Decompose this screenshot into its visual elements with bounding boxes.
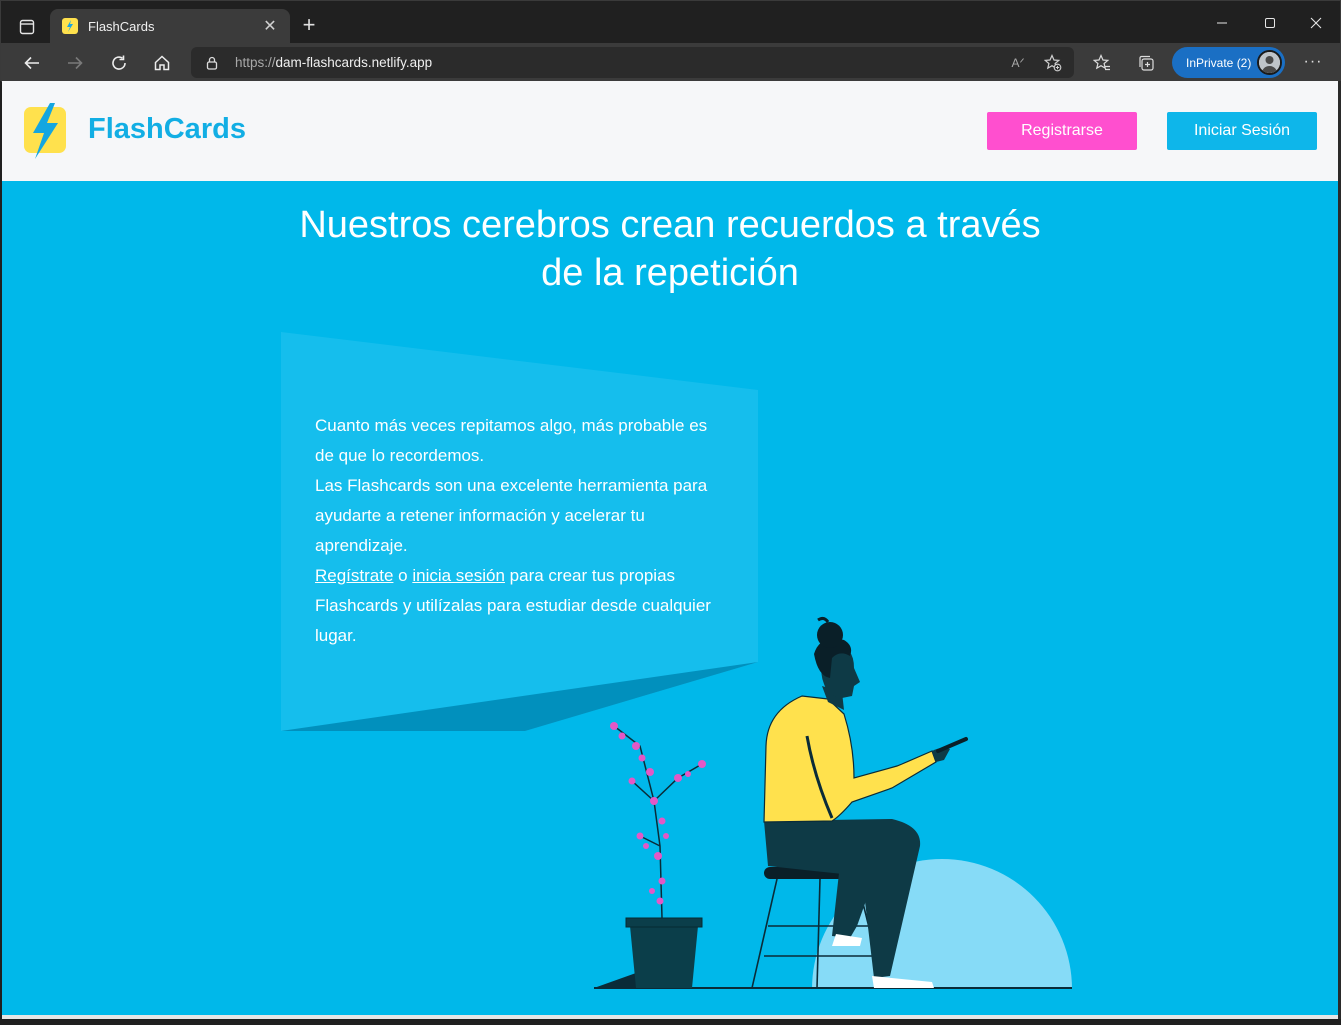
hero-title-line-2: de la repetición <box>541 252 799 294</box>
woman-with-phone-illustration <box>594 616 1072 989</box>
login-link[interactable]: inicia sesión <box>412 566 505 585</box>
hero-title: Nuestros cerebros crean recuerdos a trav… <box>270 201 1070 297</box>
new-tab-icon[interactable]: + <box>297 14 321 38</box>
favorites-icon[interactable] <box>1089 51 1115 75</box>
browser-chrome: FlashCards ✕ + https://dam-flashcards.ne… <box>0 0 1341 82</box>
refresh-icon[interactable] <box>104 49 134 77</box>
tab-actions-icon[interactable] <box>13 14 41 40</box>
info-paragraph-1: Cuanto más veces repitamos algo, más pro… <box>315 416 708 465</box>
forward-icon[interactable] <box>60 49 90 77</box>
maximize-icon[interactable] <box>1247 11 1293 35</box>
register-button[interactable]: Registrarse <box>987 112 1137 150</box>
hero-title-line-1: Nuestros cerebros crean recuerdos a trav… <box>299 204 1041 246</box>
browser-tab[interactable]: FlashCards ✕ <box>50 9 290 43</box>
web-page: FlashCards Registrarse Iniciar Sesión Nu… <box>2 81 1338 1019</box>
profile-avatar-icon <box>1257 50 1282 75</box>
connector-text: o <box>393 566 413 585</box>
inprivate-badge[interactable]: InPrivate (2) <box>1172 47 1285 78</box>
address-bar[interactable]: https://dam-flashcards.netlify.app Aᐟ <box>191 47 1074 78</box>
url-text: https://dam-flashcards.netlify.app <box>235 55 432 70</box>
home-icon[interactable] <box>147 49 177 77</box>
add-favorite-icon[interactable] <box>1041 53 1065 73</box>
flashcards-logo-icon[interactable] <box>24 103 68 159</box>
more-options-icon[interactable]: ··· <box>1301 51 1325 75</box>
flashcards-favicon-icon <box>62 18 78 34</box>
collections-icon[interactable] <box>1133 51 1159 75</box>
browser-toolbar: https://dam-flashcards.netlify.app Aᐟ In… <box>1 43 1340 82</box>
login-button[interactable]: Iniciar Sesión <box>1167 112 1317 150</box>
close-tab-icon[interactable]: ✕ <box>260 16 280 36</box>
tab-title: FlashCards <box>88 18 155 34</box>
read-aloud-icon[interactable]: Aᐟ <box>1006 53 1030 73</box>
site-header: FlashCards Registrarse Iniciar Sesión <box>2 81 1338 181</box>
close-window-icon[interactable] <box>1293 11 1339 35</box>
url-host: dam-flashcards.netlify.app <box>275 55 433 70</box>
url-scheme: https:// <box>235 55 276 70</box>
read-aloud-glyph: A <box>1011 56 1020 70</box>
register-link[interactable]: Regístrate <box>315 566 393 585</box>
page-bottom-edge <box>2 1015 1338 1019</box>
back-icon[interactable] <box>17 49 47 77</box>
title-bar: FlashCards ✕ + <box>1 1 1340 43</box>
lock-icon[interactable] <box>205 56 219 70</box>
brand-name[interactable]: FlashCards <box>88 113 246 146</box>
minimize-icon[interactable] <box>1199 11 1245 35</box>
inprivate-label: InPrivate (2) <box>1186 55 1252 70</box>
